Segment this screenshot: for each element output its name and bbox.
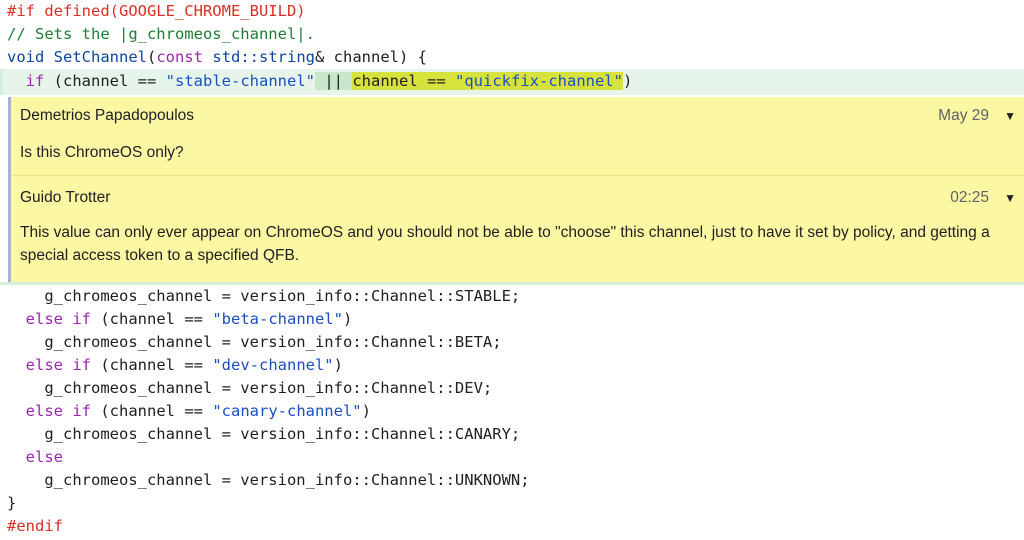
code-line-8: else if (channel == "dev-channel") bbox=[25, 356, 343, 374]
code-line-3: void SetChannel(const std::string& chann… bbox=[7, 48, 427, 66]
const-keyword: const bbox=[156, 48, 204, 66]
code-line-14: } bbox=[7, 494, 17, 512]
code-line-9: g_chromeos_channel = version_info::Chann… bbox=[7, 379, 493, 397]
comment-author: Guido Trotter bbox=[20, 189, 111, 206]
comment-date: May 29 bbox=[938, 107, 989, 124]
function-name: SetChannel bbox=[53, 48, 147, 66]
changed-span: || bbox=[314, 72, 353, 90]
string-literal-stable: "stable-channel" bbox=[165, 72, 315, 90]
preprocessor-directive: #if defined(GOOGLE_CHROME_BUILD) bbox=[7, 2, 306, 20]
comment-body: Is this ChromeOS only? bbox=[20, 144, 184, 161]
code-line-10: else if (channel == "canary-channel") bbox=[25, 402, 371, 420]
preprocessor-directive: #endif bbox=[7, 517, 63, 535]
chevron-down-icon[interactable]: ▼ bbox=[1004, 188, 1016, 208]
chevron-down-icon[interactable]: ▼ bbox=[1004, 106, 1016, 126]
std-string-type: std::string bbox=[212, 48, 316, 66]
code-line-13: g_chromeos_channel = version_info::Chann… bbox=[7, 471, 530, 489]
code-comment: // Sets the |g_chromeos_channel|. bbox=[7, 25, 315, 43]
if-keyword: if bbox=[25, 72, 45, 90]
comment-thread: Demetrios Papadopoulos May 29 ▼ Is this … bbox=[8, 97, 1024, 282]
string-literal-dev: "dev-channel" bbox=[212, 356, 334, 374]
comment-author: Demetrios Papadopoulos bbox=[20, 107, 195, 124]
string-literal-canary: "canary-channel" bbox=[212, 402, 362, 420]
else-if-keyword: else if bbox=[25, 402, 91, 420]
comment-date: 02:25 bbox=[950, 189, 989, 206]
code-line-11: g_chromeos_channel = version_info::Chann… bbox=[7, 425, 521, 443]
commented-selection[interactable]: channel == "quickfix-channel" bbox=[352, 72, 623, 90]
string-literal-beta: "beta-channel" bbox=[212, 310, 343, 328]
code-line-1: #if defined(GOOGLE_CHROME_BUILD) bbox=[0, 0, 1024, 23]
code-line-12: else bbox=[0, 446, 1024, 469]
comment-body: This value can only ever appear on Chrom… bbox=[20, 224, 990, 264]
else-if-keyword: else if bbox=[25, 356, 91, 374]
else-keyword: else bbox=[25, 448, 63, 466]
comment-divider bbox=[11, 175, 1024, 176]
return-type: void bbox=[7, 48, 45, 66]
string-literal-quickfix: "quickfix-channel" bbox=[455, 72, 623, 90]
code-line-5: g_chromeos_channel = version_info::Chann… bbox=[7, 287, 521, 305]
code-line-4-commented[interactable]: if (channel == "stable-channel" || chann… bbox=[0, 69, 1024, 95]
code-line-15: #endif bbox=[0, 515, 1024, 538]
else-if-keyword: else if bbox=[25, 310, 91, 328]
code-line-6: else if (channel == "beta-channel") bbox=[25, 310, 353, 328]
code-line-7: g_chromeos_channel = version_info::Chann… bbox=[7, 333, 502, 351]
code-line-2: // Sets the |g_chromeos_channel|. bbox=[0, 23, 1024, 46]
